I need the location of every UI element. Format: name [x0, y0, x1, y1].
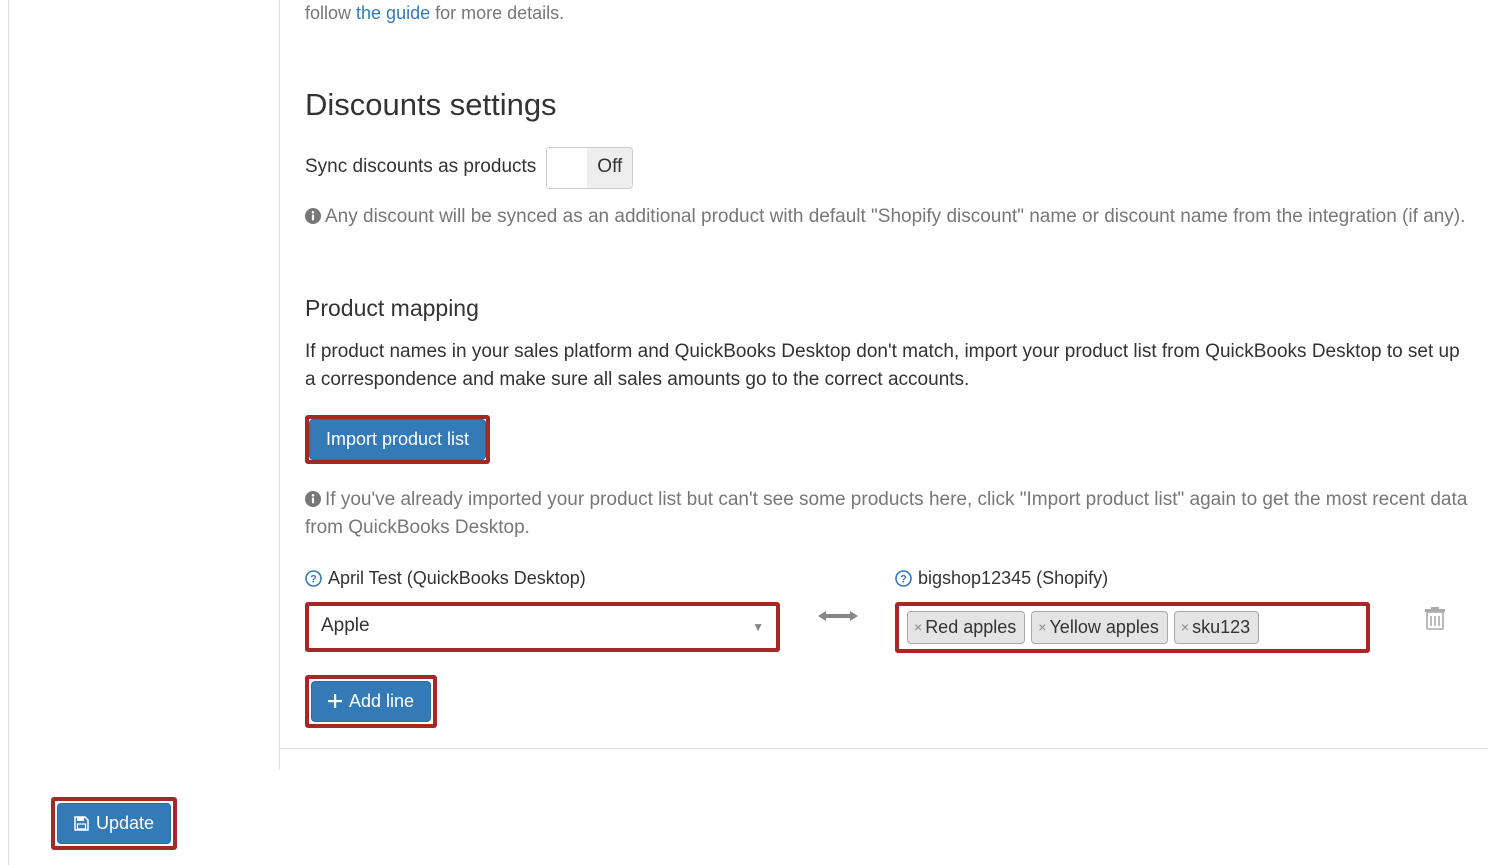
info-icon [305, 491, 321, 507]
intro-paragraph: follow the guide for more details. [305, 0, 1468, 27]
product-mapping-title: Product mapping [305, 291, 1468, 326]
intro-suffix: for more details. [430, 3, 564, 23]
qb-product-select-highlight: Apple ▼ [305, 602, 780, 652]
tag-remove-icon[interactable]: × [1038, 617, 1046, 638]
sync-discounts-label: Sync discounts as products [305, 153, 536, 182]
product-mapping-description: If product names in your sales platform … [305, 338, 1468, 395]
add-line-label: Add line [349, 691, 414, 712]
update-button[interactable]: Update [57, 803, 171, 844]
import-note: If you've already imported your product … [305, 486, 1468, 543]
discounts-settings-title: Discounts settings [305, 82, 1468, 129]
sync-discounts-toggle[interactable]: Off [546, 147, 633, 189]
svg-text:?: ? [900, 573, 907, 585]
help-icon[interactable]: ? [305, 570, 322, 587]
plus-icon [328, 694, 342, 708]
mapping-right-label: bigshop12345 (Shopify) [918, 565, 1108, 592]
shopify-tag-input[interactable]: ×Red apples ×Yellow apples ×sku123 [899, 606, 1366, 649]
chevron-down-icon: ▼ [752, 618, 764, 636]
mapping-left-label: April Test (QuickBooks Desktop) [328, 565, 586, 592]
add-line-highlight: Add line [305, 675, 437, 728]
discounts-note: Any discount will be synced as an additi… [305, 203, 1468, 232]
help-icon[interactable]: ? [895, 570, 912, 587]
qb-product-select[interactable]: Apple ▼ [309, 606, 776, 648]
tag-remove-icon[interactable]: × [914, 617, 922, 638]
mapping-arrow-icon [780, 565, 895, 625]
guide-link[interactable]: the guide [356, 3, 430, 23]
save-icon [74, 816, 89, 831]
toggle-off-label: Off [587, 148, 632, 188]
intro-prefix: follow [305, 3, 356, 23]
update-label: Update [96, 813, 154, 834]
tag-chip[interactable]: ×sku123 [1174, 611, 1259, 644]
qb-product-selected: Apple [321, 612, 370, 641]
tag-chip[interactable]: ×Red apples [907, 611, 1025, 644]
import-product-list-highlight: Import product list [305, 415, 490, 464]
import-product-list-label: Import product list [326, 429, 469, 450]
mapping-right-header: ? bigshop12345 (Shopify) [895, 565, 1370, 592]
tag-remove-icon[interactable]: × [1181, 617, 1189, 638]
import-product-list-button[interactable]: Import product list [309, 419, 486, 460]
add-line-button[interactable]: Add line [311, 681, 431, 722]
mapping-left-header: ? April Test (QuickBooks Desktop) [305, 565, 780, 592]
update-highlight: Update [51, 797, 177, 850]
delete-row-button[interactable] [1370, 565, 1445, 631]
info-icon [305, 208, 321, 224]
shopify-tag-input-highlight: ×Red apples ×Yellow apples ×sku123 [895, 602, 1370, 653]
tag-chip[interactable]: ×Yellow apples [1031, 611, 1168, 644]
svg-text:?: ? [310, 573, 317, 585]
